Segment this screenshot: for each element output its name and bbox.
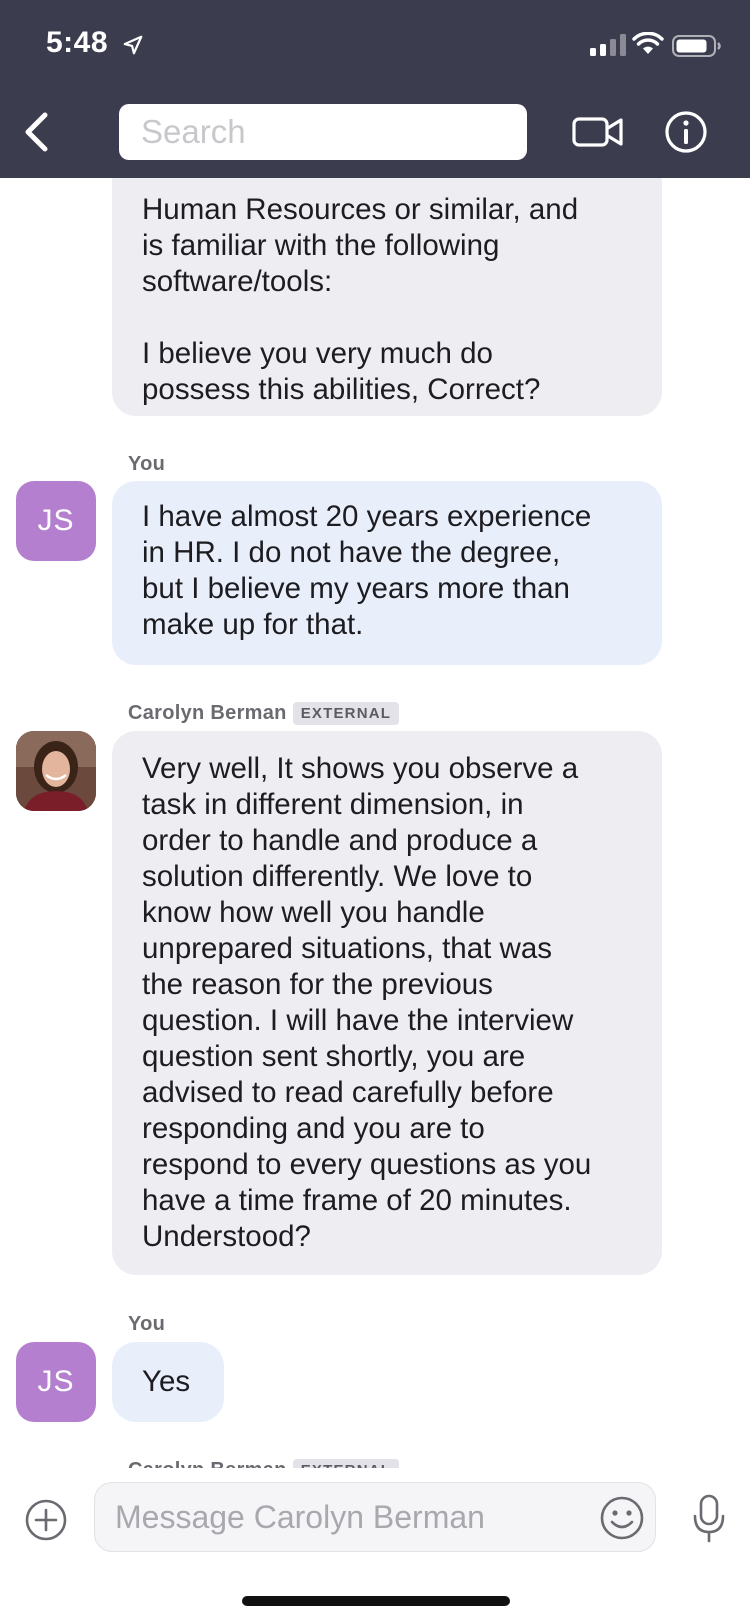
microphone-icon[interactable] xyxy=(692,1494,726,1544)
avatar[interactable]: JS xyxy=(16,481,96,561)
status-time: 5:48 xyxy=(46,26,109,59)
sender-name: Carolyn Berman xyxy=(128,702,287,724)
emoji-smile-icon[interactable] xyxy=(599,1495,645,1541)
message-sender: Carolyn Berman EXTERNAL xyxy=(128,702,400,725)
plus-circle-icon[interactable] xyxy=(24,1498,68,1542)
sender-name: You xyxy=(128,1313,166,1335)
avatar[interactable]: JS xyxy=(16,1342,96,1422)
message-bubble[interactable]: Yes xyxy=(112,1342,224,1422)
battery-icon xyxy=(672,35,721,57)
sender-name: You xyxy=(128,453,166,475)
message-input[interactable] xyxy=(115,1498,575,1536)
search-field[interactable] xyxy=(119,104,527,160)
wifi-icon xyxy=(632,32,664,54)
profile-photo xyxy=(16,731,96,811)
info-circle-icon[interactable] xyxy=(664,110,708,154)
home-indicator xyxy=(242,1596,510,1606)
message-sender: You xyxy=(128,453,165,476)
chevron-left-icon xyxy=(25,112,48,152)
location-arrow-icon xyxy=(123,35,143,55)
status-bar: 5:48 xyxy=(0,0,750,90)
message-sender: You xyxy=(128,1313,165,1336)
cellular-signal-icon xyxy=(590,34,626,56)
external-badge: EXTERNAL xyxy=(292,1459,400,1468)
avatar-initials: JS xyxy=(37,1365,75,1398)
message-bubble[interactable]: I have almost 20 years experience in HR.… xyxy=(112,481,662,665)
message-input-field[interactable] xyxy=(94,1482,656,1552)
top-navigation-bar: 5:48 xyxy=(0,0,750,178)
message-bubble[interactable]: Very well, It shows you observe a task i… xyxy=(112,731,662,1275)
search-input[interactable] xyxy=(141,113,527,151)
external-badge: EXTERNAL xyxy=(292,702,400,725)
avatar-initials: JS xyxy=(37,504,75,537)
avatar[interactable] xyxy=(16,731,96,811)
message-sender: Carolyn Berman EXTERNAL xyxy=(128,1459,400,1468)
message-list[interactable]: Human Resources or similar, and is famil… xyxy=(0,178,750,1468)
message-composer xyxy=(0,1468,750,1624)
sender-name: Carolyn Berman xyxy=(128,1459,287,1468)
back-button[interactable] xyxy=(14,110,58,154)
message-bubble[interactable]: Human Resources or similar, and is famil… xyxy=(112,178,662,416)
video-camera-icon[interactable] xyxy=(572,112,624,152)
